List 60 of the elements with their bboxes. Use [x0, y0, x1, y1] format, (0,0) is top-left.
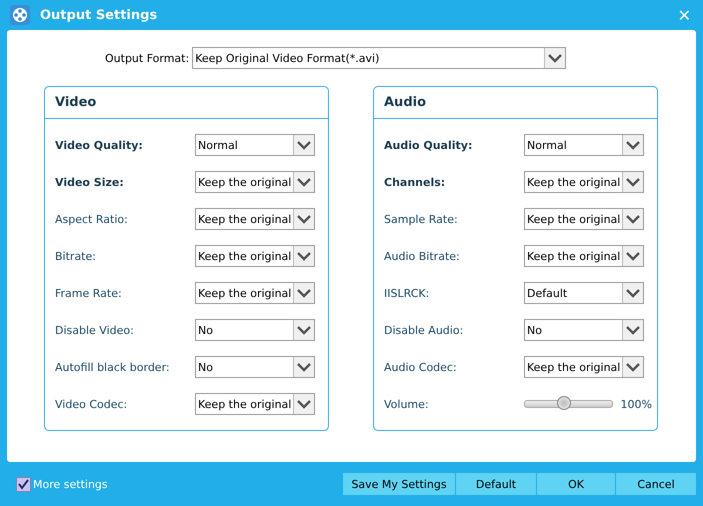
dropdown[interactable]: Default — [524, 282, 644, 304]
field-label: Aspect Ratio: — [55, 212, 129, 226]
chevron-down-icon — [297, 326, 311, 334]
volume-reading: 100% — [620, 398, 652, 410]
chevron-down-icon — [626, 140, 640, 150]
dropdown[interactable]: Normal — [195, 134, 315, 156]
chevron-down-icon — [297, 252, 311, 260]
field-label: Disable Video: — [55, 324, 135, 336]
dropdown[interactable]: Keep Original Video Format(*.avi) — [192, 47, 566, 69]
dialog-button[interactable]: Default — [456, 473, 536, 495]
chevron-down-icon — [297, 400, 311, 408]
field-label: Audio Codec: — [384, 360, 458, 374]
chevron-down-icon — [297, 214, 311, 224]
dropdown[interactable]: Keep the original — [195, 171, 315, 193]
dropdown[interactable]: Keep the original — [524, 245, 644, 267]
field-label: IISLRCK: — [384, 286, 430, 300]
field-label: Autofill black border: — [55, 360, 171, 374]
chevron-down-icon — [297, 362, 311, 372]
field-label: Volume: — [384, 398, 430, 410]
dialog-button[interactable]: Save My Settings — [343, 473, 455, 495]
chevron-down-icon — [297, 288, 311, 298]
dropdown[interactable]: Keep the original — [195, 282, 315, 304]
film-reel-icon — [10, 5, 30, 25]
field-label: Sample Rate: — [384, 212, 459, 226]
field-label: Video Size: — [55, 176, 125, 188]
dropdown[interactable]: Normal — [524, 134, 644, 156]
dropdown[interactable]: Keep the original — [195, 208, 315, 230]
chevron-down-icon — [626, 178, 640, 186]
field-label: Channels: — [384, 176, 446, 188]
dropdown[interactable]: Keep the original — [195, 393, 315, 415]
field-label: Frame Rate: — [55, 286, 123, 300]
dropdown[interactable]: No — [195, 319, 315, 341]
chevron-down-icon — [626, 326, 640, 334]
field-label: Video Codec: — [55, 398, 128, 410]
dropdown[interactable]: Keep the original — [195, 245, 315, 267]
dropdown[interactable]: Keep the original — [524, 171, 644, 193]
chevron-down-icon — [626, 214, 640, 224]
field-label: Video Quality: — [55, 138, 144, 152]
field-label: Disable Audio: — [384, 324, 464, 336]
checkbox[interactable] — [16, 476, 31, 492]
chevron-down-icon — [548, 54, 562, 62]
field-label: Audio Bitrate: — [384, 250, 461, 262]
window-title: Output Settings — [40, 8, 158, 22]
panel-title: Audio — [374, 87, 657, 119]
dialog-button[interactable]: Cancel — [616, 473, 696, 495]
chevron-down-icon — [626, 252, 640, 260]
dialog-button[interactable]: OK — [537, 473, 615, 495]
dropdown[interactable]: No — [524, 319, 644, 341]
field-label: Bitrate: — [55, 250, 97, 262]
dropdown[interactable]: No — [195, 356, 315, 378]
field-label: Audio Quality: — [384, 138, 474, 152]
chevron-down-icon — [297, 178, 311, 186]
field-label: Output Format: — [105, 52, 190, 64]
panel-title: Video — [45, 87, 328, 119]
chevron-down-icon — [626, 362, 640, 372]
chevron-down-icon — [297, 140, 311, 150]
dropdown[interactable]: Keep the original — [524, 356, 644, 378]
chevron-down-icon — [626, 288, 640, 298]
dropdown[interactable]: Keep the original — [524, 208, 644, 230]
slider-thumb[interactable] — [556, 396, 571, 410]
